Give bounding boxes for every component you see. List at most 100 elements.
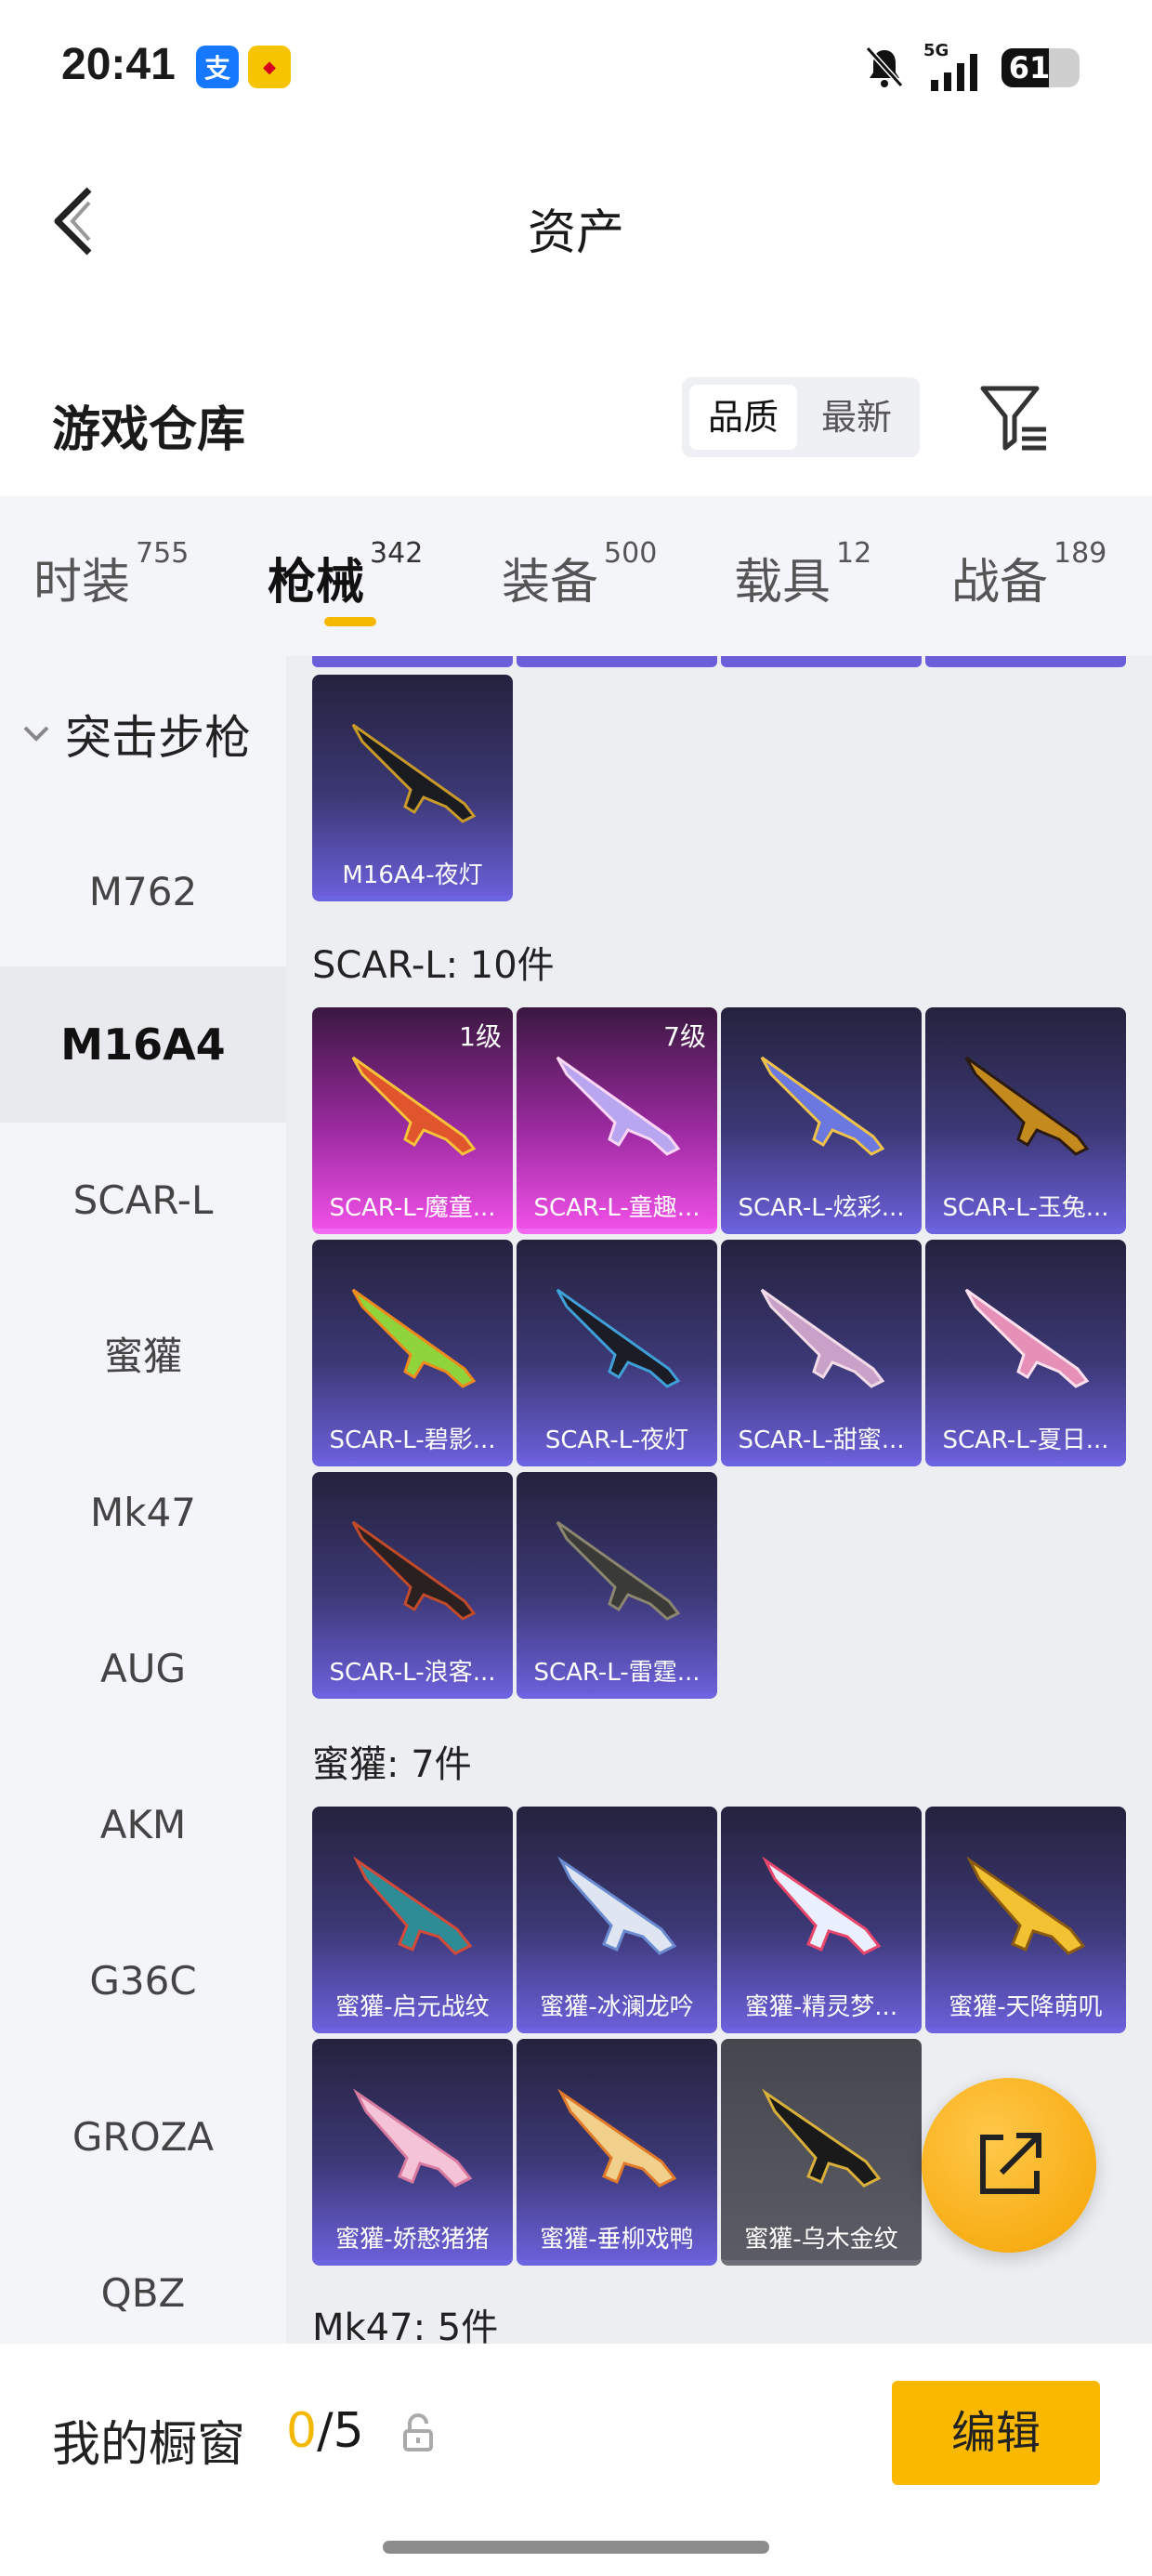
skin-card[interactable]: 蜜獾-天降萌叽 [925,1807,1126,2033]
skin-card[interactable]: SCAR-L-夜灯 [517,1240,717,1466]
sidenav-item-akm[interactable]: AKM [0,1747,286,1903]
rifle-icon [351,1288,477,1388]
skin-name: 蜜獾-天降萌叽 [949,1993,1103,2021]
partial-card [517,656,717,667]
tab-battle-prep[interactable]: 战备189 [951,537,1106,612]
skin-name: 蜜獾-冰澜龙吟 [540,1993,694,2021]
skin-card[interactable]: 蜜獾-精灵梦... [721,1807,922,2033]
skin-card[interactable]: SCAR-L-炫彩... [721,1007,922,1234]
tab-guns[interactable]: 枪械342 [268,537,423,612]
share-export-icon [980,2133,1041,2194]
edit-button[interactable]: 编辑 [892,2381,1100,2485]
skin-name: 蜜獾-乌木金纹 [744,2226,898,2254]
sidenav-item-m762[interactable]: M762 [0,814,286,970]
rifle-icon [351,723,477,823]
showcase-total: /5 [317,2403,364,2459]
rifle-icon [351,1520,477,1621]
skin-card[interactable]: SCAR-L-碧影... [312,1240,513,1466]
skin-card[interactable]: SCAR-L-浪客... [312,1472,513,1699]
skin-card[interactable]: 蜜獾-冰澜龙吟 [517,1807,717,2033]
skin-card[interactable]: 蜜獾-垂柳戏鸭 [517,2039,717,2266]
share-button[interactable] [922,2078,1096,2253]
skin-name: 蜜獾-启元战纹 [335,1993,490,2021]
mute-bell-icon [865,46,904,88]
sidenav-item-aug[interactable]: AUG [0,1591,286,1747]
status-time: 20:41 [61,40,176,89]
sort-quality-option[interactable]: 品质 [689,385,797,450]
battery-icon: 61 [1001,48,1080,87]
tab-count: 342 [370,537,424,570]
smg-icon [353,1856,473,1955]
game-app-icon: ◆ [248,46,291,88]
sidenav-item-scar-l[interactable]: SCAR-L [0,1123,286,1279]
battery-level: 61 [1008,50,1051,85]
skin-name: SCAR-L-夜灯 [544,1426,689,1454]
showcase-current: 0 [286,2403,318,2459]
category-tabs: 时装755 枪械342 装备500 载具12 战备189 [0,496,1152,656]
smg-icon [966,1856,1086,1955]
partial-card [925,656,1126,667]
filter-icon[interactable] [977,381,1052,455]
chevron-down-icon [23,726,49,742]
sort-latest-option[interactable]: 最新 [803,385,910,450]
signal-icon [931,54,977,91]
skin-card[interactable]: 蜜獾-乌木金纹 [721,2039,922,2266]
lock-icon [403,2413,433,2451]
tab-count: 500 [604,537,658,570]
rifle-icon [964,1056,1090,1156]
tab-vehicles[interactable]: 载具12 [734,537,871,612]
home-indicator[interactable] [383,2541,769,2554]
skin-card[interactable]: SCAR-L-玉兔... [925,1007,1126,1234]
showcase-label: 我的橱窗 [52,2417,246,2473]
tab-count: 755 [136,537,190,570]
skin-name: 蜜獾-娇憨猪猪 [335,2226,490,2254]
rifle-icon [556,1056,681,1156]
tab-equipment[interactable]: 装备500 [502,537,657,612]
skin-name: SCAR-L-夏日... [942,1426,1109,1454]
smg-icon [557,2088,677,2188]
sidenav-item-m16a4[interactable]: M16A4 [0,966,286,1123]
tab-fashion[interactable]: 时装755 [33,537,189,612]
skin-name: 蜜獾-精灵梦... [744,1993,898,2021]
smg-icon [762,2088,882,2188]
skin-name: SCAR-L-浪客... [329,1659,496,1687]
active-tab-indicator [324,617,376,626]
rifle-icon [760,1056,885,1156]
skin-name: SCAR-L-童趣... [533,1194,700,1222]
sort-toggle: 品质 最新 [682,377,920,457]
sidenav-group-label: 突击步枪 [65,711,251,765]
skin-card[interactable]: SCAR-L-夏日... [925,1240,1126,1466]
skin-name: SCAR-L-魔童... [329,1194,496,1222]
sidenav-item-groza[interactable]: GROZA [0,2059,286,2215]
sidenav-group-assault-rifle[interactable]: 突击步枪 [0,701,286,784]
showcase-count: 0/5 [286,2403,364,2459]
smg-icon [353,2088,473,2188]
sidenav-item-mk47[interactable]: Mk47 [0,1435,286,1591]
skin-card[interactable]: M16A4-夜灯 [312,675,513,901]
skin-name: SCAR-L-雷霆... [533,1659,700,1687]
warehouse-title: 游戏仓库 [52,402,246,458]
alipay-icon: 支 [196,46,239,88]
skin-card[interactable]: SCAR-L-甜蜜... [721,1240,922,1466]
smg-icon [557,1856,677,1955]
group-header-scar-l: SCAR-L: 10件 [312,944,555,987]
skin-name: 蜜獾-垂柳戏鸭 [540,2226,694,2254]
tab-count: 12 [836,537,872,570]
partial-card [721,656,922,667]
skin-card[interactable]: 蜜獾-娇憨猪猪 [312,2039,513,2266]
skin-name: SCAR-L-炫彩... [738,1194,905,1222]
rifle-icon [760,1288,885,1388]
rifle-icon [964,1288,1090,1388]
page-title: 资产 [527,205,624,261]
skin-card[interactable]: 蜜獾-启元战纹 [312,1807,513,2033]
sidenav-item-honey-badger[interactable]: 蜜獾 [0,1279,286,1435]
skin-name: M16A4-夜灯 [342,861,483,889]
skin-card[interactable]: SCAR-L-雷霆... [517,1472,717,1699]
tab-count: 189 [1054,537,1107,570]
partial-card [312,656,513,667]
sidenav-item-g36c[interactable]: G36C [0,1903,286,2059]
group-header-mk47: Mk47: 5件 [312,2307,499,2344]
skin-card[interactable]: 7级 SCAR-L-童趣... [517,1007,717,1234]
skin-card[interactable]: 1级 SCAR-L-魔童... [312,1007,513,1234]
rifle-icon [556,1288,681,1388]
